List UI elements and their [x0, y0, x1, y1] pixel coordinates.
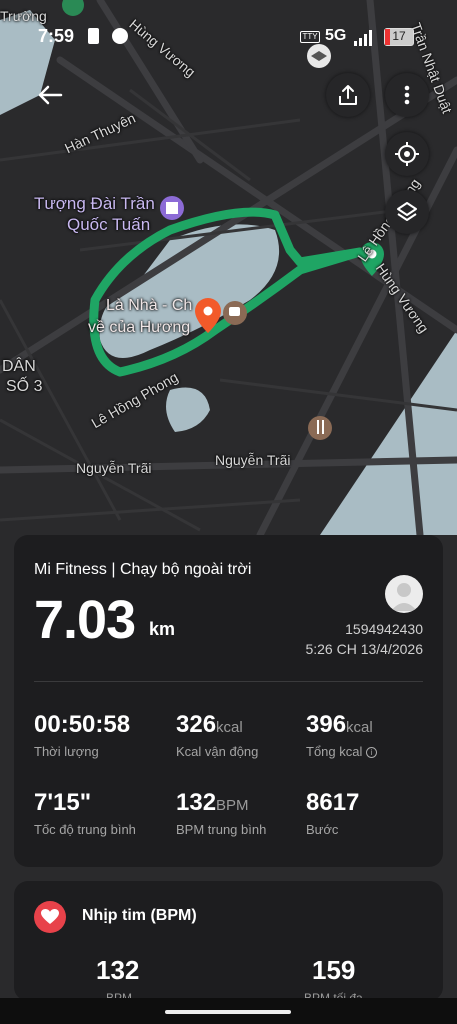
battery-icon: 17	[384, 28, 414, 46]
locate-button[interactable]	[385, 132, 429, 176]
stat-label: Kcal vận động	[176, 744, 259, 759]
stat-label: BPM trung bình	[176, 822, 267, 837]
avatar[interactable]	[385, 575, 423, 613]
home-indicator[interactable]	[165, 1010, 291, 1014]
share-icon	[339, 85, 357, 105]
heart-rate-card[interactable]: Nhịp tim (BPM) 132 BPM 159 BPM tối đa	[14, 881, 443, 1005]
stat-total-kcal: 396kcal Tổng kcal i	[306, 711, 377, 759]
stat-unit: kcal	[216, 719, 243, 736]
arrow-left-icon	[38, 85, 63, 105]
stat-value: 326	[176, 711, 217, 738]
stat-duration: 00:50:58 Thời lượng	[34, 711, 130, 759]
gesture-nav-bar	[0, 998, 457, 1024]
map-label-la-nha-2: về của Hương	[88, 319, 191, 336]
distance-unit: km	[149, 619, 176, 639]
messenger-icon	[112, 28, 128, 44]
map-label-la-nha-1: Là Nhà - Ch	[106, 297, 193, 314]
stat-value: 7'15"	[34, 789, 92, 816]
user-id: 1594942430	[345, 621, 423, 637]
more-button[interactable]	[385, 73, 429, 117]
stat-value: 8617	[306, 789, 360, 816]
battery-level: 17	[392, 29, 406, 43]
divider	[34, 681, 423, 682]
network-type: 5G	[325, 27, 347, 44]
lake-small	[166, 387, 210, 432]
stat-value: 396	[306, 711, 347, 738]
stat-avg-pace: 7'15" Tốc độ trung bình	[34, 789, 136, 837]
layers-button[interactable]	[385, 190, 429, 234]
map-label-so-3: SỐ 3	[6, 378, 43, 395]
battery-saver-icon	[88, 28, 99, 44]
stat-label: Bước	[306, 822, 339, 837]
more-vertical-icon	[404, 85, 410, 105]
workout-title: Mi Fitness | Chạy bộ ngoài trời	[34, 561, 252, 578]
workout-summary-card: Mi Fitness | Chạy bộ ngoài trời 7.03 km …	[14, 535, 443, 867]
stat-value: 00:50:58	[34, 711, 131, 738]
stat-value: 132	[176, 789, 217, 816]
map-label-dan: DÂN	[2, 358, 36, 375]
locate-icon	[395, 142, 419, 166]
heart-icon	[34, 901, 66, 933]
heart-rate-title: Nhịp tim (BPM)	[82, 907, 197, 924]
stat-label: Tốc độ trung bình	[34, 822, 136, 837]
map-label-nguyen-trai-1: Nguyễn Trãi	[76, 460, 152, 476]
share-button[interactable]	[326, 73, 370, 117]
river	[320, 330, 457, 535]
stat-steps: 8617 Bước	[306, 789, 359, 837]
workout-datetime: 5:26 CH 13/4/2026	[305, 641, 423, 657]
stat-label: Thời lượng	[34, 744, 99, 759]
map-label-tuong-dai-2: Quốc Tuấn	[67, 215, 151, 234]
map-label-tuong-dai-1: Tượng Đài Trần	[34, 194, 155, 213]
stat-label: Tổng kcal	[306, 744, 363, 759]
stat-unit: BPM	[216, 797, 249, 814]
max-bpm-value: 159	[312, 955, 356, 985]
stat-active-kcal: 326kcal Kcal vận động	[176, 711, 258, 759]
status-time: 7:59	[38, 26, 75, 46]
status-bar: 7:59 TTY 5G 17	[0, 22, 457, 52]
map-label-nguyen-trai-2: Nguyễn Trãi	[215, 452, 291, 468]
stat-avg-bpm: 132BPM BPM trung bình	[176, 789, 266, 837]
restaurant-icon	[308, 416, 332, 440]
map-poi-top-icon	[62, 0, 84, 16]
info-icon[interactable]: i	[366, 747, 377, 759]
signal-icon	[354, 30, 372, 46]
back-button[interactable]	[28, 73, 72, 117]
layers-icon	[397, 202, 417, 221]
stat-unit: kcal	[346, 719, 373, 736]
avg-bpm-value: 132	[96, 955, 140, 985]
distance-value: 7.03	[34, 590, 136, 650]
tty-icon: TTY	[300, 31, 320, 43]
user-avatar-icon	[391, 583, 417, 611]
